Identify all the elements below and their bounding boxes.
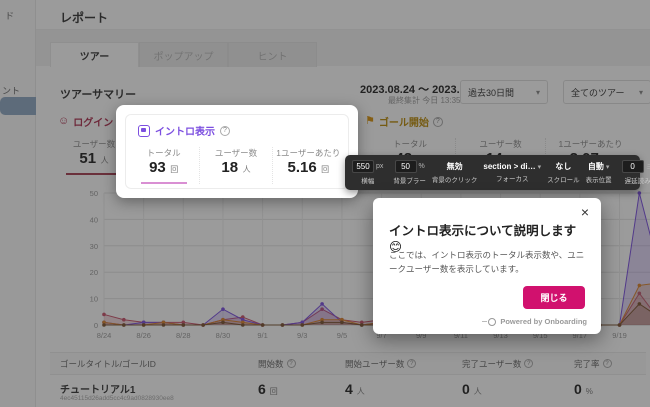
delay-setting: ミリ秒 遅延読み込み	[619, 155, 650, 190]
metric-value: 5.16	[287, 159, 316, 176]
metric-label: 1ユーザーあたり	[273, 147, 344, 159]
delay-input[interactable]	[622, 160, 644, 173]
metric-label: トータル	[128, 147, 199, 159]
onboarding-logo-icon	[482, 318, 496, 326]
width-setting: px 横幅	[349, 155, 386, 190]
blur-label: 背景ブラー	[393, 175, 426, 185]
metric-value: 93	[149, 159, 166, 176]
width-unit: px	[376, 163, 383, 170]
onboarding-dialog: × イントロ表示について説明します😊 ここでは、イントロ表示のトータル表示数や、…	[373, 198, 601, 334]
blur-input[interactable]	[395, 160, 417, 173]
background-click-value: 無効	[447, 161, 463, 172]
dialog-close-button[interactable]: 閉じる	[523, 286, 585, 309]
step-settings-toolbar: px 横幅 % 背景ブラー 無効 背景のクリック section > di…▾ …	[345, 155, 640, 190]
width-label: 横幅	[361, 175, 374, 185]
focus-label: フォーカス	[496, 173, 529, 183]
chevron-down-icon: ▾	[538, 163, 542, 171]
metric-unit: 回	[170, 165, 178, 174]
metric-unit: 人	[243, 165, 251, 174]
stat-card-intro-label: イントロ表示	[155, 123, 215, 138]
position-setting[interactable]: 自動▾ 表示位置	[583, 155, 615, 190]
metric-unit: 回	[321, 165, 329, 174]
spotlight-intro-card: イントロ表示 ? トータル 93 回 ユーザー数 18 人 1ユーザーあたり	[116, 105, 358, 198]
scroll-label: スクロール	[547, 174, 580, 184]
stat-card-intro: イントロ表示 ? トータル 93 回 ユーザー数 18 人 1ユーザーあたり	[125, 114, 349, 189]
scroll-value: なし	[555, 161, 571, 172]
help-icon[interactable]: ?	[220, 126, 230, 136]
metric-value: 18	[221, 159, 238, 176]
chevron-down-icon: ▾	[606, 163, 610, 171]
metric-underline	[141, 182, 187, 184]
delay-unit: ミリ秒	[646, 162, 650, 172]
background-click-setting[interactable]: 無効 背景のクリック	[429, 155, 481, 190]
blur-unit: %	[419, 163, 425, 170]
intro-display-icon	[138, 125, 150, 137]
powered-by-text: Powered by Onboarding	[500, 317, 587, 326]
width-input[interactable]	[352, 160, 374, 173]
background-blur-setting: % 背景ブラー	[390, 155, 429, 190]
position-label: 表示位置	[586, 174, 612, 184]
scroll-setting[interactable]: なし スクロール	[544, 155, 583, 190]
close-icon[interactable]: ×	[581, 204, 589, 220]
background-click-label: 背景のクリック	[432, 174, 478, 184]
delay-label: 遅延読み込み	[625, 175, 650, 185]
focus-value: section > di…	[483, 162, 535, 171]
app-window: ド ント レポート ツアー ポップアップ ヒント ツアーサマリー 2023.08…	[0, 0, 650, 407]
dialog-body: ここでは、イントロ表示のトータル表示数や、ユニークユーザー数を表示しています。	[389, 248, 585, 277]
focus-setting[interactable]: section > di…▾ フォーカス	[480, 155, 544, 190]
position-value: 自動	[588, 161, 604, 172]
metric-label: ユーザー数	[200, 147, 271, 159]
powered-by[interactable]: Powered by Onboarding	[482, 317, 587, 326]
